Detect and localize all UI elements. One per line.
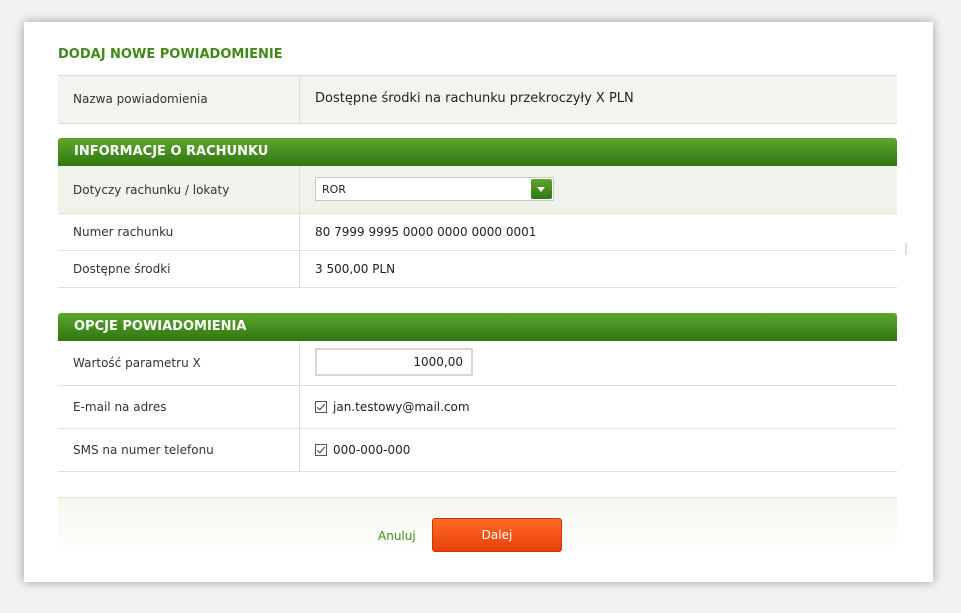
param-x-row: Wartość parametru X <box>58 341 897 386</box>
row-divider <box>299 166 300 213</box>
notification-name-row: Nazwa powiadomienia Dostępne środki na r… <box>58 75 897 124</box>
sms-label: SMS na numer telefonu <box>73 443 214 457</box>
account-number-value: 80 7999 9995 0000 0000 0000 0001 <box>315 225 537 239</box>
email-row: E-mail na adres jan.testowy@mail.com <box>58 386 897 429</box>
account-select-label: Dotyczy rachunku / lokaty <box>73 182 230 197</box>
available-funds-row: Dostępne środki 3 500,00 PLN <box>58 251 897 288</box>
sms-row: SMS na numer telefonu 000-000-000 <box>58 429 897 472</box>
account-select-value: ROR <box>322 183 346 196</box>
account-section: Dotyczy rachunku / lokaty ROR Numer rach… <box>58 166 897 288</box>
available-funds-value: 3 500,00 PLN <box>315 262 396 276</box>
account-select-row: Dotyczy rachunku / lokaty ROR <box>58 166 897 214</box>
chevron-down-icon[interactable] <box>531 179 552 199</box>
account-number-label: Numer rachunku <box>73 225 174 239</box>
options-section: Wartość parametru X E-mail na adres jan.… <box>58 341 897 472</box>
email-checkbox[interactable] <box>315 401 327 413</box>
param-x-label: Wartość parametru X <box>73 356 201 370</box>
param-x-input[interactable] <box>315 348 473 376</box>
sms-checkbox[interactable] <box>315 444 327 456</box>
row-divider <box>299 341 300 385</box>
row-divider <box>299 76 300 123</box>
notification-name-value: Dostępne środki na rachunku przekroczyły… <box>315 91 634 106</box>
row-divider <box>299 251 300 287</box>
sms-value: 000-000-000 <box>333 443 411 457</box>
row-divider <box>299 386 300 428</box>
dialog-footer: Anuluj Dalej <box>58 497 897 556</box>
next-button[interactable]: Dalej <box>432 518 562 552</box>
account-select[interactable]: ROR <box>315 177 554 201</box>
email-label: E-mail na adres <box>73 400 167 414</box>
available-funds-label: Dostępne środki <box>73 262 171 276</box>
options-section-header: OPCJE POWIADOMIENIA <box>58 313 897 341</box>
account-section-header: INFORMACJE O RACHUNKU <box>58 138 897 166</box>
row-divider <box>299 429 300 471</box>
row-divider <box>299 214 300 250</box>
add-notification-dialog: DODAJ NOWE POWIADOMIENIE Nazwa powiadomi… <box>24 22 933 582</box>
notification-name-label: Nazwa powiadomienia <box>73 92 208 106</box>
scrollbar[interactable] <box>905 243 907 255</box>
email-value: jan.testowy@mail.com <box>333 400 470 414</box>
account-number-row: Numer rachunku 80 7999 9995 0000 0000 00… <box>58 214 897 251</box>
cancel-link[interactable]: Anuluj <box>378 529 416 543</box>
dialog-title: DODAJ NOWE POWIADOMIENIE <box>58 47 283 62</box>
